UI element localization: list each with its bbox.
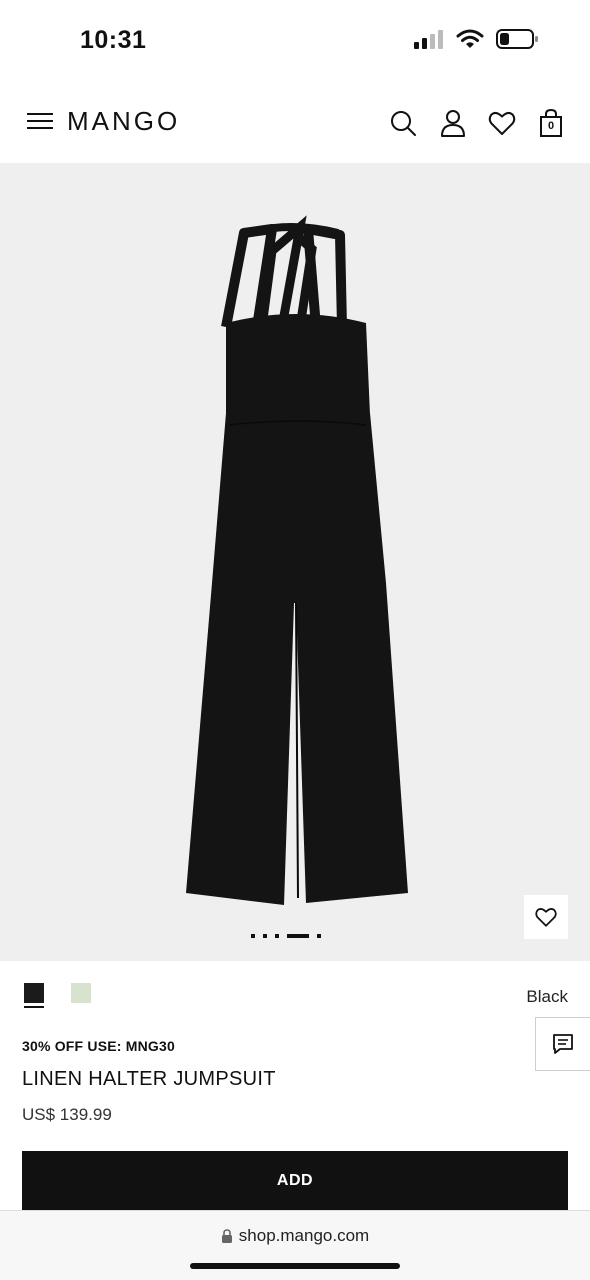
pagination-dot[interactable] <box>263 934 267 938</box>
home-indicator[interactable] <box>190 1263 400 1269</box>
menu-icon[interactable] <box>27 110 53 132</box>
product-title: LINEN HALTER JUMPSUIT <box>22 1068 276 1090</box>
pagination-dot[interactable] <box>275 934 279 938</box>
selected-color-name: Black <box>526 987 568 1006</box>
status-icons <box>414 28 540 50</box>
pagination-dot-active[interactable] <box>287 934 309 938</box>
promo-text: 30% OFF USE: MNG30 <box>22 1038 175 1054</box>
battery-icon <box>496 29 538 49</box>
swatch-selected-indicator <box>24 1006 44 1008</box>
add-to-bag-button[interactable]: ADD <box>22 1151 568 1211</box>
jumpsuit-photo <box>186 215 408 905</box>
chat-button[interactable] <box>535 1017 590 1071</box>
pagination-dot[interactable] <box>251 934 255 938</box>
account-icon[interactable] <box>438 108 468 138</box>
product-image-gallery[interactable] <box>0 163 590 961</box>
status-bar: 10:31 <box>0 0 590 80</box>
cellular-signal-icon <box>414 30 443 49</box>
wishlist-button[interactable] <box>524 895 568 939</box>
heart-icon <box>535 908 557 927</box>
browser-address-bar[interactable]: shop.mango.com <box>0 1210 590 1280</box>
bag-icon[interactable]: 0 <box>537 108 565 138</box>
color-swatch-black[interactable] <box>24 983 44 1003</box>
search-icon[interactable] <box>388 108 418 138</box>
site-header: MANGO 0 <box>0 88 590 160</box>
gallery-pagination <box>251 934 321 938</box>
pagination-dot[interactable] <box>317 934 321 938</box>
lock-icon <box>221 1229 232 1243</box>
heart-icon[interactable] <box>487 108 517 138</box>
chat-icon <box>553 1034 573 1054</box>
url-text: shop.mango.com <box>238 1226 370 1245</box>
wifi-icon <box>456 29 484 48</box>
color-swatch-green[interactable] <box>71 983 91 1003</box>
url-display[interactable]: shop.mango.com <box>0 1226 590 1246</box>
bag-count: 0 <box>547 120 555 132</box>
product-price: US$ 139.99 <box>22 1105 112 1124</box>
status-time: 10:31 <box>80 26 147 54</box>
brand-logo[interactable]: MANGO <box>67 106 180 137</box>
